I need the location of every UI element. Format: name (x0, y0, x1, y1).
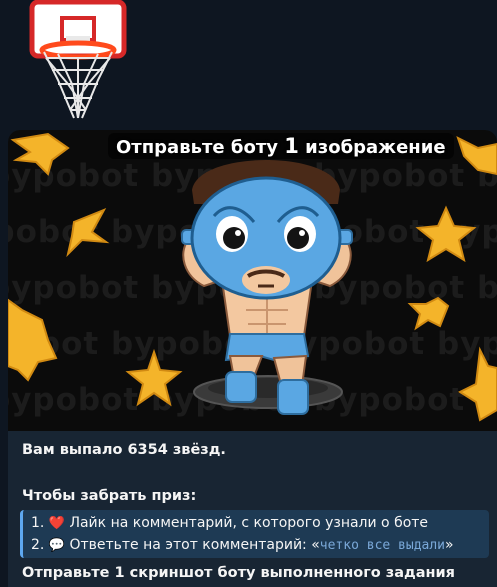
speech-bubble-icon: 💬 (48, 538, 65, 553)
star-icon (457, 346, 497, 422)
star-icon (407, 296, 450, 331)
star-icon (415, 205, 477, 263)
steps-quote: 1. ❤️ Лайк на комментарий, с которого уз… (20, 510, 489, 558)
basketball-hoop-icon[interactable] (28, 0, 128, 122)
message-text: Вам выпало 6354 звёзд. Чтобы забрать при… (8, 431, 497, 584)
prize-heading: Чтобы забрать приз: (22, 488, 197, 504)
message-bubble: bypobot bypobot bypobot bypobot bypobot … (8, 130, 497, 587)
star-icon (10, 132, 70, 176)
star-icon (66, 208, 110, 258)
wrestler-illustration (8, 132, 497, 422)
chat-view: bypobot bypobot bypobot bypobot bypobot … (0, 0, 497, 587)
won-line: Вам выпало 6354 звёзд. (22, 442, 226, 458)
step-2: 2. 💬 Ответьте на этот комментарий: «четк… (31, 537, 454, 553)
star-icon (456, 136, 497, 176)
copyable-code[interactable]: четко все выдали (320, 538, 445, 553)
media-caption: Отправьте боту 1 изображение (108, 133, 454, 159)
final-line: Отправьте 1 скриншот боту выполненного з… (22, 565, 455, 581)
step-1: 1. ❤️ Лайк на комментарий, с которого уз… (31, 515, 429, 531)
message-image[interactable]: bypobot bypobot bypobot bypobot bypobot … (8, 130, 497, 431)
heart-icon: ❤️ (48, 516, 65, 531)
star-icon (8, 298, 58, 382)
star-icon (125, 348, 183, 407)
